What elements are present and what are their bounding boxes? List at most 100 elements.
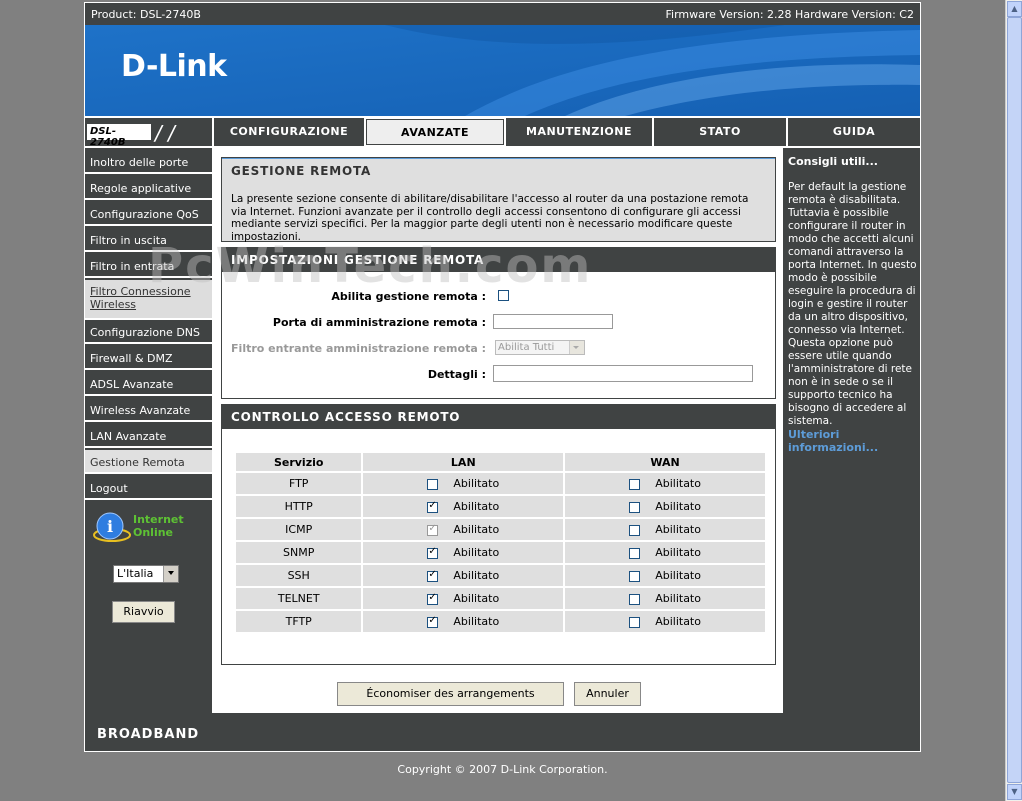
- table-row: ICMP Abilitato Abilitato: [236, 519, 765, 540]
- lan-enabled-checkbox[interactable]: [427, 592, 439, 605]
- lan-cell: Abilitato: [363, 565, 564, 586]
- nav-item-inoltro-porte[interactable]: Inoltro delle porte: [85, 150, 212, 174]
- slash-decoration: / /: [155, 121, 175, 145]
- main-tabs: DSL-2740B / / CONFIGURAZIONE AVANZATE MA…: [85, 116, 920, 148]
- wan-enabled-checkbox[interactable]: [629, 478, 641, 490]
- service-name: ICMP: [236, 519, 362, 540]
- service-name: SSH: [236, 565, 362, 586]
- lan-cell: Abilitato: [363, 542, 564, 563]
- scroll-up-icon[interactable]: ▲: [1007, 1, 1022, 17]
- enabled-label: Abilitato: [453, 500, 500, 513]
- lan-cell: Abilitato: [363, 588, 564, 609]
- wan-cell: Abilitato: [565, 519, 765, 540]
- tab-configurazione[interactable]: CONFIGURAZIONE: [214, 118, 364, 146]
- internet-status: i Internet Online: [93, 511, 184, 548]
- enabled-label: Abilitato: [655, 523, 701, 536]
- filter-select[interactable]: Abilita Tutti: [495, 340, 585, 355]
- tab-manutenzione[interactable]: MANUTENZIONE: [506, 118, 652, 146]
- wan-enabled-checkbox[interactable]: [629, 524, 641, 536]
- lan-cell: Abilitato: [363, 611, 564, 632]
- page-title: GESTIONE REMOTA: [222, 158, 775, 183]
- intro-panel: GESTIONE REMOTA La presente sezione cons…: [221, 157, 776, 243]
- chevron-down-icon: [569, 341, 584, 354]
- tab-avanzate[interactable]: AVANZATE: [366, 119, 504, 145]
- lan-cell: Abilitato: [363, 496, 564, 517]
- lan-enabled-checkbox[interactable]: [427, 523, 439, 536]
- broadband-brand: BROADBAND: [97, 727, 200, 742]
- scroll-down-icon[interactable]: ▼: [1007, 784, 1022, 800]
- wan-enabled-checkbox[interactable]: [629, 593, 641, 605]
- nav-item-logout[interactable]: Logout: [85, 476, 212, 500]
- table-row: SNMP Abilitato Abilitato: [236, 542, 765, 563]
- watermark: PcWinTech.com: [148, 238, 593, 294]
- wan-enabled-checkbox[interactable]: [629, 501, 641, 513]
- lan-enabled-checkbox[interactable]: [427, 569, 439, 582]
- port-input[interactable]: [493, 314, 613, 329]
- reboot-button[interactable]: Riavvio: [112, 601, 175, 623]
- language-select[interactable]: L'Italia: [113, 565, 179, 583]
- enabled-label: Abilitato: [655, 569, 701, 582]
- nav-item-regole-applicative[interactable]: Regole applicative: [85, 176, 212, 200]
- footer-bar: BROADBAND: [85, 713, 920, 751]
- nav-item-dns[interactable]: Configurazione DNS: [85, 320, 212, 344]
- save-button[interactable]: Économiser des arrangements: [337, 682, 564, 706]
- details-input[interactable]: [493, 365, 753, 382]
- enabled-label: Abilitato: [453, 523, 500, 536]
- main-content: GESTIONE REMOTA La presente sezione cons…: [212, 148, 783, 713]
- wan-cell: Abilitato: [565, 588, 765, 609]
- wan-cell: Abilitato: [565, 565, 765, 586]
- nav-item-adsl-avanzate[interactable]: ADSL Avanzate: [85, 372, 212, 396]
- col-header-lan: LAN: [363, 453, 564, 471]
- lan-enabled-checkbox[interactable]: [427, 615, 439, 628]
- nav-item-firewall-dmz[interactable]: Firewall & DMZ: [85, 346, 212, 370]
- service-name: SNMP: [236, 542, 362, 563]
- enabled-label: Abilitato: [453, 569, 500, 582]
- wan-cell: Abilitato: [565, 473, 765, 494]
- table-row: SSH Abilitato Abilitato: [236, 565, 765, 586]
- vertical-scrollbar[interactable]: ▲ ▼: [1005, 0, 1022, 801]
- access-panel: CONTROLLO ACCESSO REMOTO Servizio LAN WA…: [221, 404, 776, 665]
- lan-enabled-checkbox[interactable]: [427, 500, 439, 513]
- more-info-link[interactable]: Ulteriori informazioni...: [788, 428, 898, 454]
- tab-stato[interactable]: STATO: [654, 118, 786, 146]
- service-name: TELNET: [236, 588, 362, 609]
- model-label: DSL-2740B: [87, 124, 151, 148]
- lan-cell: Abilitato: [363, 519, 564, 540]
- enabled-label: Abilitato: [453, 477, 500, 490]
- wan-enabled-checkbox[interactable]: [629, 616, 641, 628]
- table-row: HTTP Abilitato Abilitato: [236, 496, 765, 517]
- nav-item-wireless-avanzate[interactable]: Wireless Avanzate: [85, 398, 212, 422]
- tab-guida[interactable]: GUIDA: [788, 118, 920, 146]
- enabled-label: Abilitato: [655, 477, 701, 490]
- svg-text:i: i: [107, 517, 113, 536]
- lan-enabled-checkbox[interactable]: [427, 478, 439, 490]
- table-row: FTP Abilitato Abilitato: [236, 473, 765, 494]
- wan-enabled-checkbox[interactable]: [629, 570, 641, 582]
- wan-cell: Abilitato: [565, 496, 765, 517]
- lan-enabled-checkbox[interactable]: [427, 546, 439, 559]
- help-panel: Consigli utili... Per default la gestion…: [783, 148, 920, 713]
- access-table: Servizio LAN WAN FTP Abilitato Abilitato HT…: [234, 451, 767, 634]
- chevron-down-icon: [163, 566, 178, 582]
- port-label: Porta di amministrazione remota :: [272, 316, 486, 329]
- banner: D-Link: [85, 25, 920, 116]
- dlink-logo: D-Link: [121, 49, 227, 84]
- nav-item-lan-avanzate[interactable]: LAN Avanzate: [85, 424, 212, 448]
- enabled-label: Abilitato: [655, 500, 701, 513]
- col-header-wan: WAN: [565, 453, 765, 471]
- table-row: TFTP Abilitato Abilitato: [236, 611, 765, 632]
- copyright: Copyright © 2007 D-Link Corporation.: [397, 763, 608, 776]
- product-label: Product: DSL-2740B: [91, 8, 201, 21]
- scroll-thumb[interactable]: [1007, 17, 1022, 783]
- col-header-servizio: Servizio: [236, 453, 362, 471]
- status-text: Internet Online: [133, 513, 184, 539]
- model-badge: DSL-2740B / /: [85, 118, 212, 148]
- nav-item-qos[interactable]: Configurazione QoS: [85, 202, 212, 226]
- enabled-label: Abilitato: [655, 592, 701, 605]
- wan-enabled-checkbox[interactable]: [629, 547, 641, 559]
- version-label: Firmware Version: 2.28 Hardware Version:…: [665, 8, 915, 21]
- left-nav: Inoltro delle porte Regole applicative C…: [85, 148, 212, 713]
- nav-item-gestione-remota[interactable]: Gestione Remota: [85, 450, 212, 474]
- wan-cell: Abilitato: [565, 542, 765, 563]
- cancel-button[interactable]: Annuler: [574, 682, 641, 706]
